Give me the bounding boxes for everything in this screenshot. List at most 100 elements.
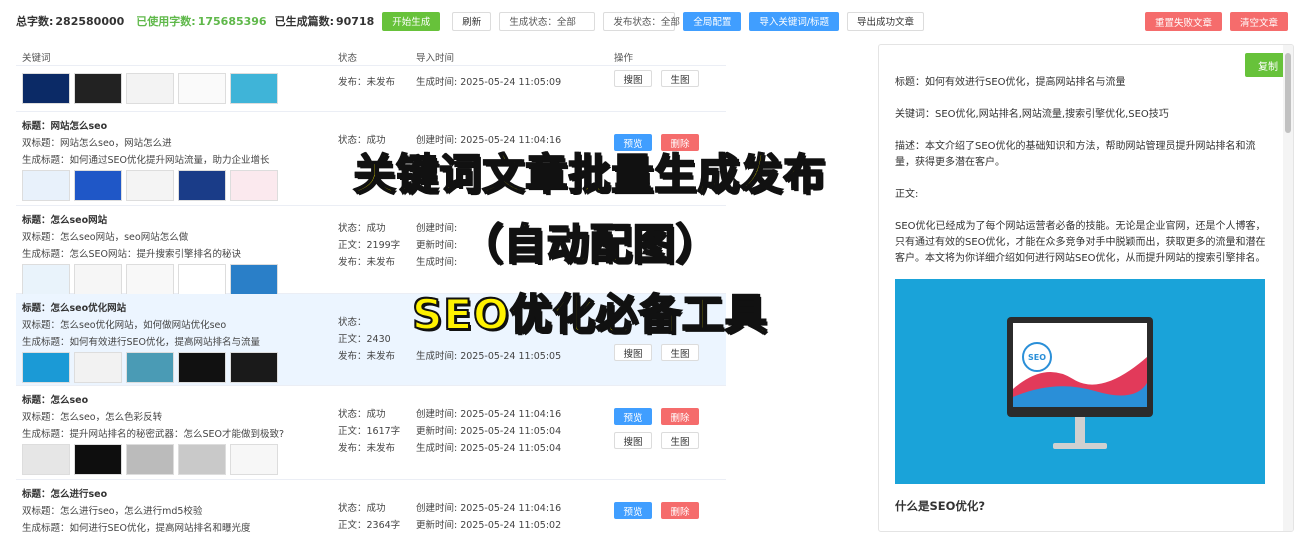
thumbnail[interactable] bbox=[74, 444, 122, 475]
table-row[interactable]: 标题：怎么seo优化网站 双标题：怎么seo优化网站，如何做网站优化seo 生成… bbox=[16, 294, 726, 386]
row-actions-cell: 预览 删除 bbox=[614, 134, 724, 158]
preview-button[interactable]: 预览 bbox=[614, 134, 652, 151]
thumbnail[interactable] bbox=[178, 264, 226, 295]
table-header: 关键词 状态 导入时间 操作 bbox=[16, 44, 726, 66]
preview-scrollbar[interactable] bbox=[1283, 45, 1293, 531]
thumbnail[interactable] bbox=[22, 264, 70, 295]
row-keyword-cell: 标题：网站怎么seo 双标题：网站怎么seo，网站怎么进 生成标题：如何通过SE… bbox=[22, 118, 322, 201]
thumbnail[interactable] bbox=[22, 352, 70, 383]
preview-button[interactable]: 预览 bbox=[614, 502, 652, 519]
table-row[interactable]: 标题：网站怎么seo 双标题：网站怎么seo，网站怎么进 生成标题：如何通过SE… bbox=[16, 112, 726, 206]
thumbnail[interactable] bbox=[178, 352, 226, 383]
search-image-button[interactable]: 搜图 bbox=[614, 432, 652, 449]
thumbnail[interactable] bbox=[22, 73, 70, 104]
row-title: 标题：怎么进行seo bbox=[22, 489, 108, 500]
publish-status: 发布：未发布 bbox=[338, 257, 396, 268]
update-time: 更新时间: 2025-05-24 11:05:02 bbox=[416, 520, 562, 531]
row-generated-title: 生成标题：提升网站排名的秘密武器：怎么SEO才能做到极致? bbox=[22, 429, 285, 440]
pub-status-filter[interactable]: 发布状态：全部 bbox=[603, 11, 680, 31]
generate-time: 生成时间: bbox=[416, 257, 458, 268]
regen-failed-button[interactable]: 重置失败文章 bbox=[1144, 12, 1222, 31]
preview-button[interactable]: 预览 bbox=[614, 408, 652, 425]
export-success-button[interactable]: 导出成功文章 bbox=[847, 11, 925, 31]
row-subtitle: 双标题：怎么进行seo，怎么进行md5校验 bbox=[22, 506, 203, 517]
gen-status-filter[interactable]: 生成状态：全部 bbox=[499, 11, 596, 31]
import-keywords-button[interactable]: 导入关键词/标题 bbox=[749, 11, 840, 31]
search-image-button[interactable]: 搜图 bbox=[614, 70, 652, 87]
row-actions-cell: 预览 删除 bbox=[614, 502, 724, 526]
search-image-button[interactable]: 搜图 bbox=[614, 344, 652, 361]
row-keyword-cell: 标题：怎么进行seo 双标题：怎么进行seo，怎么进行md5校验 生成标题：如何… bbox=[22, 486, 322, 537]
delete-button[interactable]: 删除 bbox=[661, 408, 699, 425]
thumbnail[interactable] bbox=[22, 170, 70, 201]
preview-body-text: SEO优化已经成为了每个网站运营者必备的技能。无论是企业官网，还是个人博客，只有… bbox=[895, 221, 1266, 264]
row-title: 标题：怎么seo网站 bbox=[22, 215, 108, 226]
thumbnail[interactable] bbox=[230, 264, 278, 295]
table-row[interactable]: 标题：怎么seo网站 双标题：怎么seo网站，seo网站怎么做 生成标题：怎么S… bbox=[16, 206, 726, 295]
row-title: 标题：怎么seo bbox=[22, 395, 89, 406]
delete-button[interactable]: 删除 bbox=[661, 134, 699, 151]
thumbnail[interactable] bbox=[230, 73, 278, 104]
thumbnail[interactable] bbox=[230, 352, 278, 383]
table-row[interactable]: 标题：怎么seo 双标题：怎么seo，怎么色彩反转 生成标题：提升网站排名的秘密… bbox=[16, 386, 726, 480]
global-config-button[interactable]: 全局配置 bbox=[683, 11, 742, 31]
thumbnail-strip bbox=[22, 352, 322, 383]
preview-body-label: 正文: bbox=[895, 189, 919, 200]
generate-image-button[interactable]: 生图 bbox=[661, 344, 699, 361]
thumbnail[interactable] bbox=[74, 170, 122, 201]
table-row[interactable]: 标题：怎么进行seo 双标题：怎么进行seo，怎么进行md5校验 生成标题：如何… bbox=[16, 480, 726, 550]
word-count: 正文：2364字 bbox=[338, 520, 401, 531]
row-keyword-cell: 标题：怎么seo优化网站 双标题：怎么seo优化网站，如何做网站优化seo 生成… bbox=[22, 300, 322, 383]
preview-description: 描述：本文介绍了SEO优化的基础知识和方法，帮助网站管理员提升网站排名和流量，获… bbox=[895, 141, 1256, 168]
thumbnail[interactable] bbox=[126, 444, 174, 475]
row-status-cell: 状态： 正文：2430 发布：未发布 bbox=[338, 314, 418, 365]
delete-button[interactable]: 删除 bbox=[661, 502, 699, 519]
generate-image-button[interactable]: 生图 bbox=[661, 432, 699, 449]
row-time-cell: 创建时间: 2025-05-24 11:04:16 更新时间: 2025-05-… bbox=[416, 406, 616, 457]
word-count: 正文：1617字 bbox=[338, 426, 401, 437]
thumbnail[interactable] bbox=[178, 444, 226, 475]
col-actions: 操作 bbox=[614, 53, 634, 64]
thumbnail-strip bbox=[22, 73, 322, 104]
thumbnail[interactable] bbox=[126, 264, 174, 295]
thumbnail-strip bbox=[22, 444, 322, 475]
row-subtitle: 双标题：网站怎么seo，网站怎么进 bbox=[22, 138, 172, 149]
thumbnail[interactable] bbox=[74, 73, 122, 104]
thumbnail[interactable] bbox=[126, 352, 174, 383]
thumbnail[interactable] bbox=[22, 444, 70, 475]
thumbnail[interactable] bbox=[126, 170, 174, 201]
thumbnail[interactable] bbox=[74, 264, 122, 295]
thumbnail[interactable] bbox=[178, 170, 226, 201]
thumbnail-strip bbox=[22, 170, 322, 201]
thumbnail[interactable] bbox=[230, 444, 278, 475]
preview-content: 标题：如何有效进行SEO优化，提高网站排名与流量 关键词：SEO优化,网站排名,… bbox=[895, 75, 1275, 514]
scrollbar-thumb[interactable] bbox=[1285, 53, 1291, 133]
refresh-button[interactable]: 刷新 bbox=[452, 11, 492, 31]
generate-image-button[interactable]: 生图 bbox=[661, 70, 699, 87]
toolbar-right: 重置失败文章 清空文章 bbox=[1144, 12, 1288, 31]
row-status-cell: 状态：成功 正文：2364字 bbox=[338, 500, 418, 534]
thumbnail-strip bbox=[22, 264, 322, 295]
word-count: 正文：2199字 bbox=[338, 240, 401, 251]
row-actions-cell: 预览 删除 搜图 生图 bbox=[614, 408, 724, 456]
generate-time: 生成时间: 2025-05-24 11:05:09 bbox=[416, 77, 562, 88]
row-time-cell: 创建时间: 2025-05-24 11:04:16 更新时间: 2025-05-… bbox=[416, 500, 616, 534]
thumbnail[interactable] bbox=[74, 352, 122, 383]
preview-keywords: 关键词：SEO优化,网站排名,网站流量,搜索引擎优化,SEO技巧 bbox=[895, 109, 1169, 120]
thumbnail[interactable] bbox=[126, 73, 174, 104]
thumbnail[interactable] bbox=[230, 170, 278, 201]
create-time: 创建时间: 2025-05-24 11:04:16 bbox=[416, 409, 562, 420]
article-preview-panel[interactable]: 复制 标题：如何有效进行SEO优化，提高网站排名与流量 关键词：SEO优化,网站… bbox=[878, 44, 1294, 532]
update-time: 更新时间: bbox=[416, 240, 458, 251]
clear-articles-button[interactable]: 清空文章 bbox=[1229, 12, 1288, 31]
start-generate-button[interactable]: 开始生成 bbox=[382, 11, 441, 31]
gen-status: 状态：成功 bbox=[338, 503, 386, 514]
row-time-cell: 生成时间: 2025-05-24 11:05:09 bbox=[416, 74, 616, 91]
thumbnail[interactable] bbox=[178, 73, 226, 104]
row-status-cell: 状态：成功 正文：2199字 发布：未发布 bbox=[338, 220, 418, 271]
row-generated-title: 生成标题：怎么SEO网站：提升搜索引擎排名的秘诀 bbox=[22, 249, 242, 260]
publish-status: 发布：未发布 bbox=[338, 443, 396, 454]
table-row[interactable]: 发布：未发布 生成时间: 2025-05-24 11:05:09 搜图 生图 bbox=[16, 68, 726, 112]
row-actions-cell: 搜图 生图 bbox=[614, 70, 724, 94]
create-time: 创建时间: 2025-05-24 11:04:16 bbox=[416, 503, 562, 514]
